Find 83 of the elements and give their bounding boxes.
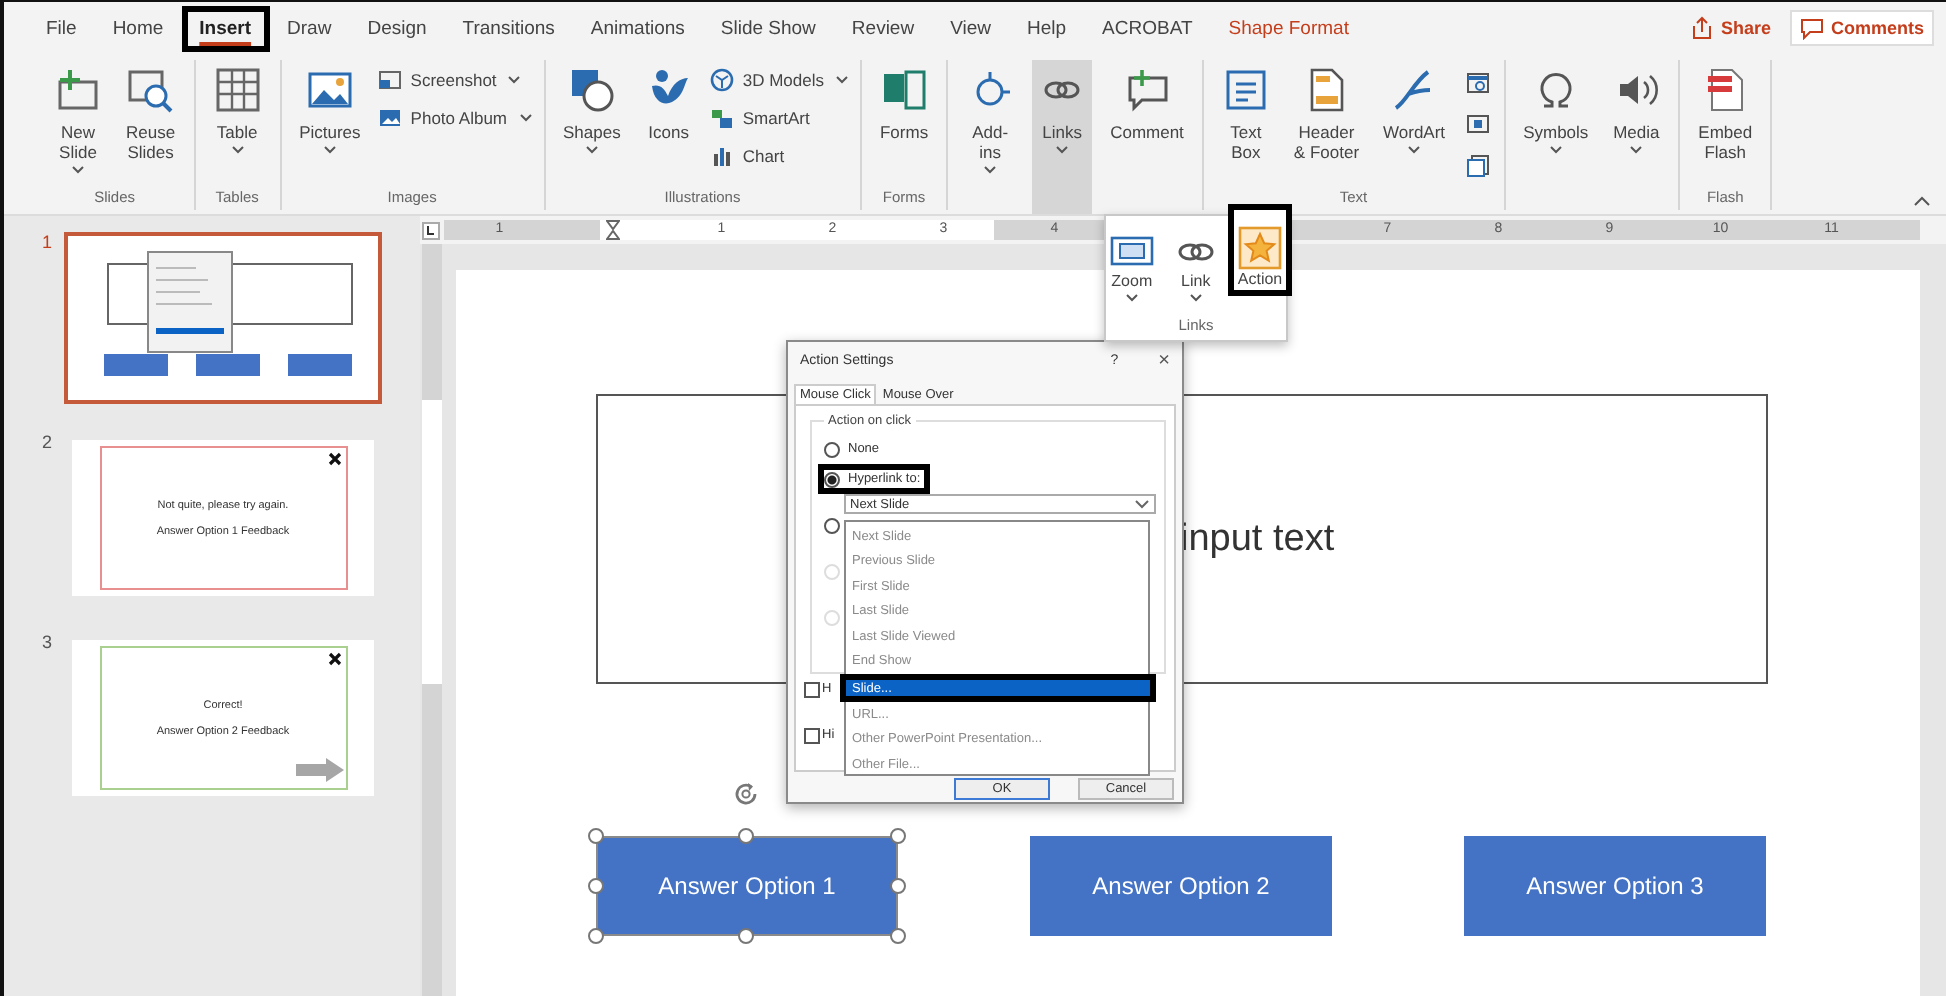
ribbon-tab[interactable]: Review: [833, 5, 933, 51]
ribbon-button[interactable]: Pictures: [293, 60, 367, 155]
ribbon-button[interactable]: Icons: [638, 60, 699, 143]
resize-handle[interactable]: [890, 878, 906, 894]
table-icon: [213, 66, 262, 114]
slide-number: 2: [40, 432, 55, 452]
ribbon-tab[interactable]: Help: [1009, 5, 1085, 51]
ribbon-tab[interactable]: ACROBAT: [1084, 5, 1211, 51]
close-icon: [327, 452, 341, 466]
ribbon-button[interactable]: Text Box: [1215, 60, 1276, 163]
rotate-handle-icon: [732, 780, 760, 808]
ribbon-tab[interactable]: Slide Show: [702, 5, 834, 51]
radio-button[interactable]: [824, 441, 840, 457]
date-time-button[interactable]: [1463, 68, 1492, 96]
menu-button[interactable]: Action: [1227, 204, 1293, 296]
resize-handle[interactable]: [588, 828, 604, 844]
share-icon: [1690, 16, 1715, 40]
menu-button[interactable]: Zoom: [1099, 220, 1164, 310]
chart-icon: [710, 144, 735, 168]
resize-handle[interactable]: [738, 828, 754, 844]
comments-button[interactable]: Comments: [1790, 10, 1934, 46]
forms-icon: [880, 66, 929, 114]
ribbon-button[interactable]: SmartArt: [710, 106, 848, 130]
ribbon-button[interactable]: Screenshot: [378, 68, 531, 92]
slides-search-icon: [126, 66, 175, 114]
slide-plus-icon: [54, 66, 102, 114]
ribbon-button[interactable]: New Slide: [48, 60, 108, 175]
text-box-icon: [1221, 66, 1270, 114]
ribbon-tab[interactable]: Home: [94, 5, 182, 51]
ribbon-button[interactable]: Links: [1032, 60, 1093, 214]
answer-button[interactable]: Answer Option 3: [1464, 836, 1766, 936]
ribbon-button[interactable]: Reuse Slides: [120, 60, 182, 163]
ribbon-button[interactable]: WordArt: [1377, 60, 1452, 155]
calendar-icon: [1465, 70, 1490, 94]
ribbon-tab[interactable]: Shape Format: [1210, 5, 1367, 51]
slide-number-icon: [1465, 112, 1490, 136]
menu-button[interactable]: Link: [1163, 220, 1228, 310]
radio-button[interactable]: [824, 518, 840, 534]
share-button[interactable]: Share: [1682, 10, 1779, 46]
ribbon-button[interactable]: Photo Album: [378, 106, 531, 130]
resize-handle[interactable]: [890, 928, 906, 944]
resize-handle[interactable]: [738, 928, 754, 944]
ribbon-button[interactable]: Add- ins: [960, 60, 1021, 175]
ribbon-tab[interactable]: Animations: [572, 5, 703, 51]
photo-album-icon: [378, 106, 403, 130]
ribbon-button[interactable]: Table: [207, 60, 268, 155]
resize-handle[interactable]: [890, 828, 906, 844]
collapse-ribbon-button[interactable]: [1914, 196, 1930, 206]
comment-plus-icon: [1123, 66, 1171, 114]
ribbon-button[interactable]: Media: [1606, 60, 1667, 155]
ribbon-button[interactable]: Forms: [873, 60, 935, 143]
diagram-icon: [710, 106, 735, 130]
ribbon-button[interactable]: Comment: [1104, 60, 1190, 143]
radio-button[interactable]: [824, 471, 840, 487]
chevron-down-icon: [1134, 498, 1150, 510]
object-button[interactable]: [1463, 152, 1492, 180]
ribbon-button[interactable]: Embed Flash: [1692, 60, 1759, 163]
ribbon-button[interactable]: Symbols: [1517, 60, 1595, 155]
slide-number-button[interactable]: [1463, 110, 1492, 138]
answer-button[interactable]: Answer Option 2: [1030, 836, 1332, 936]
screenshot-icon: [378, 68, 403, 92]
ribbon-tab[interactable]: Design: [349, 5, 445, 51]
slide-number: 3: [40, 632, 55, 652]
slide-number: 1: [40, 232, 55, 252]
shapes-icon: [567, 66, 616, 114]
checkbox[interactable]: [804, 681, 820, 697]
resize-handle[interactable]: [588, 928, 604, 944]
ribbon-tab[interactable]: Insert: [181, 5, 270, 51]
ribbon-tab[interactable]: File: [28, 5, 95, 51]
chevron-up-icon: [1914, 196, 1930, 206]
object-icon: [1465, 154, 1490, 178]
ribbon-tab[interactable]: Draw: [269, 5, 350, 51]
ribbon-button[interactable]: Header & Footer: [1287, 60, 1366, 163]
close-button[interactable]: ×: [1158, 350, 1170, 372]
ribbon-button[interactable]: 3D Models: [710, 68, 848, 92]
resize-handle[interactable]: [588, 878, 604, 894]
ribbon-tab[interactable]: View: [932, 5, 1009, 51]
comment-icon: [1800, 16, 1825, 40]
ribbon-button[interactable]: Shapes: [557, 60, 627, 155]
ribbon-button[interactable]: Chart: [710, 144, 848, 168]
ribbon-tab[interactable]: Transitions: [444, 5, 573, 51]
close-icon: [327, 652, 341, 666]
checkbox[interactable]: [804, 727, 820, 743]
